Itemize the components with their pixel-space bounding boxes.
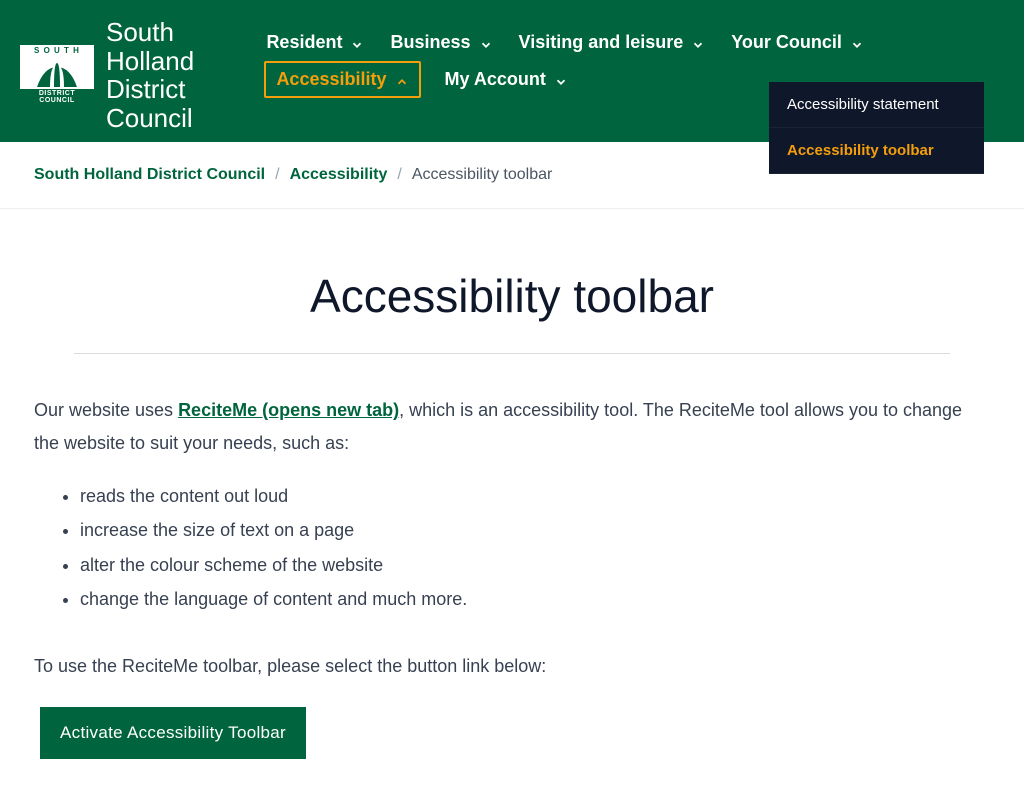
- nav-business[interactable]: Business: [388, 28, 494, 57]
- chevron-down-icon: [850, 36, 864, 50]
- dropdown-item-statement[interactable]: Accessibility statement: [769, 82, 984, 128]
- chevron-down-icon: [350, 36, 364, 50]
- intro-paragraph: Our website uses ReciteMe (opens new tab…: [34, 394, 990, 459]
- nav-visiting-leisure[interactable]: Visiting and leisure: [517, 28, 708, 57]
- list-item: alter the colour scheme of the website: [80, 548, 990, 582]
- logo-block[interactable]: S O U T H DISTRICT COUNCIL South Holland…: [20, 18, 242, 132]
- breadcrumb-current: Accessibility toolbar: [412, 166, 553, 184]
- breadcrumb-separator: /: [275, 166, 279, 184]
- list-item: increase the size of text on a page: [80, 513, 990, 547]
- accessibility-dropdown: Accessibility statement Accessibility to…: [769, 82, 984, 174]
- breadcrumb-separator: /: [397, 166, 401, 184]
- nav-resident[interactable]: Resident: [264, 28, 366, 57]
- chevron-down-icon: [479, 36, 493, 50]
- site-name: South Holland District Council: [106, 18, 242, 132]
- chevron-down-icon: [691, 36, 705, 50]
- chevron-up-icon: [395, 73, 409, 87]
- title-divider: [74, 353, 950, 354]
- list-item: reads the content out loud: [80, 479, 990, 513]
- reciteme-link[interactable]: ReciteMe (opens new tab): [178, 400, 399, 420]
- page-title: Accessibility toolbar: [34, 269, 990, 323]
- nav-your-council[interactable]: Your Council: [729, 28, 866, 57]
- nav-my-account[interactable]: My Account: [443, 65, 570, 94]
- breadcrumb-section[interactable]: Accessibility: [290, 166, 388, 184]
- features-list: reads the content out loud increase the …: [80, 479, 990, 616]
- list-item: change the language of content and much …: [80, 582, 990, 616]
- dropdown-item-toolbar[interactable]: Accessibility toolbar: [769, 128, 984, 174]
- nav-accessibility[interactable]: Accessibility: [264, 61, 420, 98]
- main-content: Accessibility toolbar Our website uses R…: [0, 269, 1024, 799]
- council-logo: S O U T H DISTRICT COUNCIL: [20, 45, 94, 105]
- instruction-text: To use the ReciteMe toolbar, please sele…: [34, 656, 990, 677]
- breadcrumb-home[interactable]: South Holland District Council: [34, 166, 265, 184]
- site-header: S O U T H DISTRICT COUNCIL South Holland…: [0, 0, 1024, 142]
- chevron-down-icon: [554, 73, 568, 87]
- activate-toolbar-button[interactable]: Activate Accessibility Toolbar: [40, 707, 306, 759]
